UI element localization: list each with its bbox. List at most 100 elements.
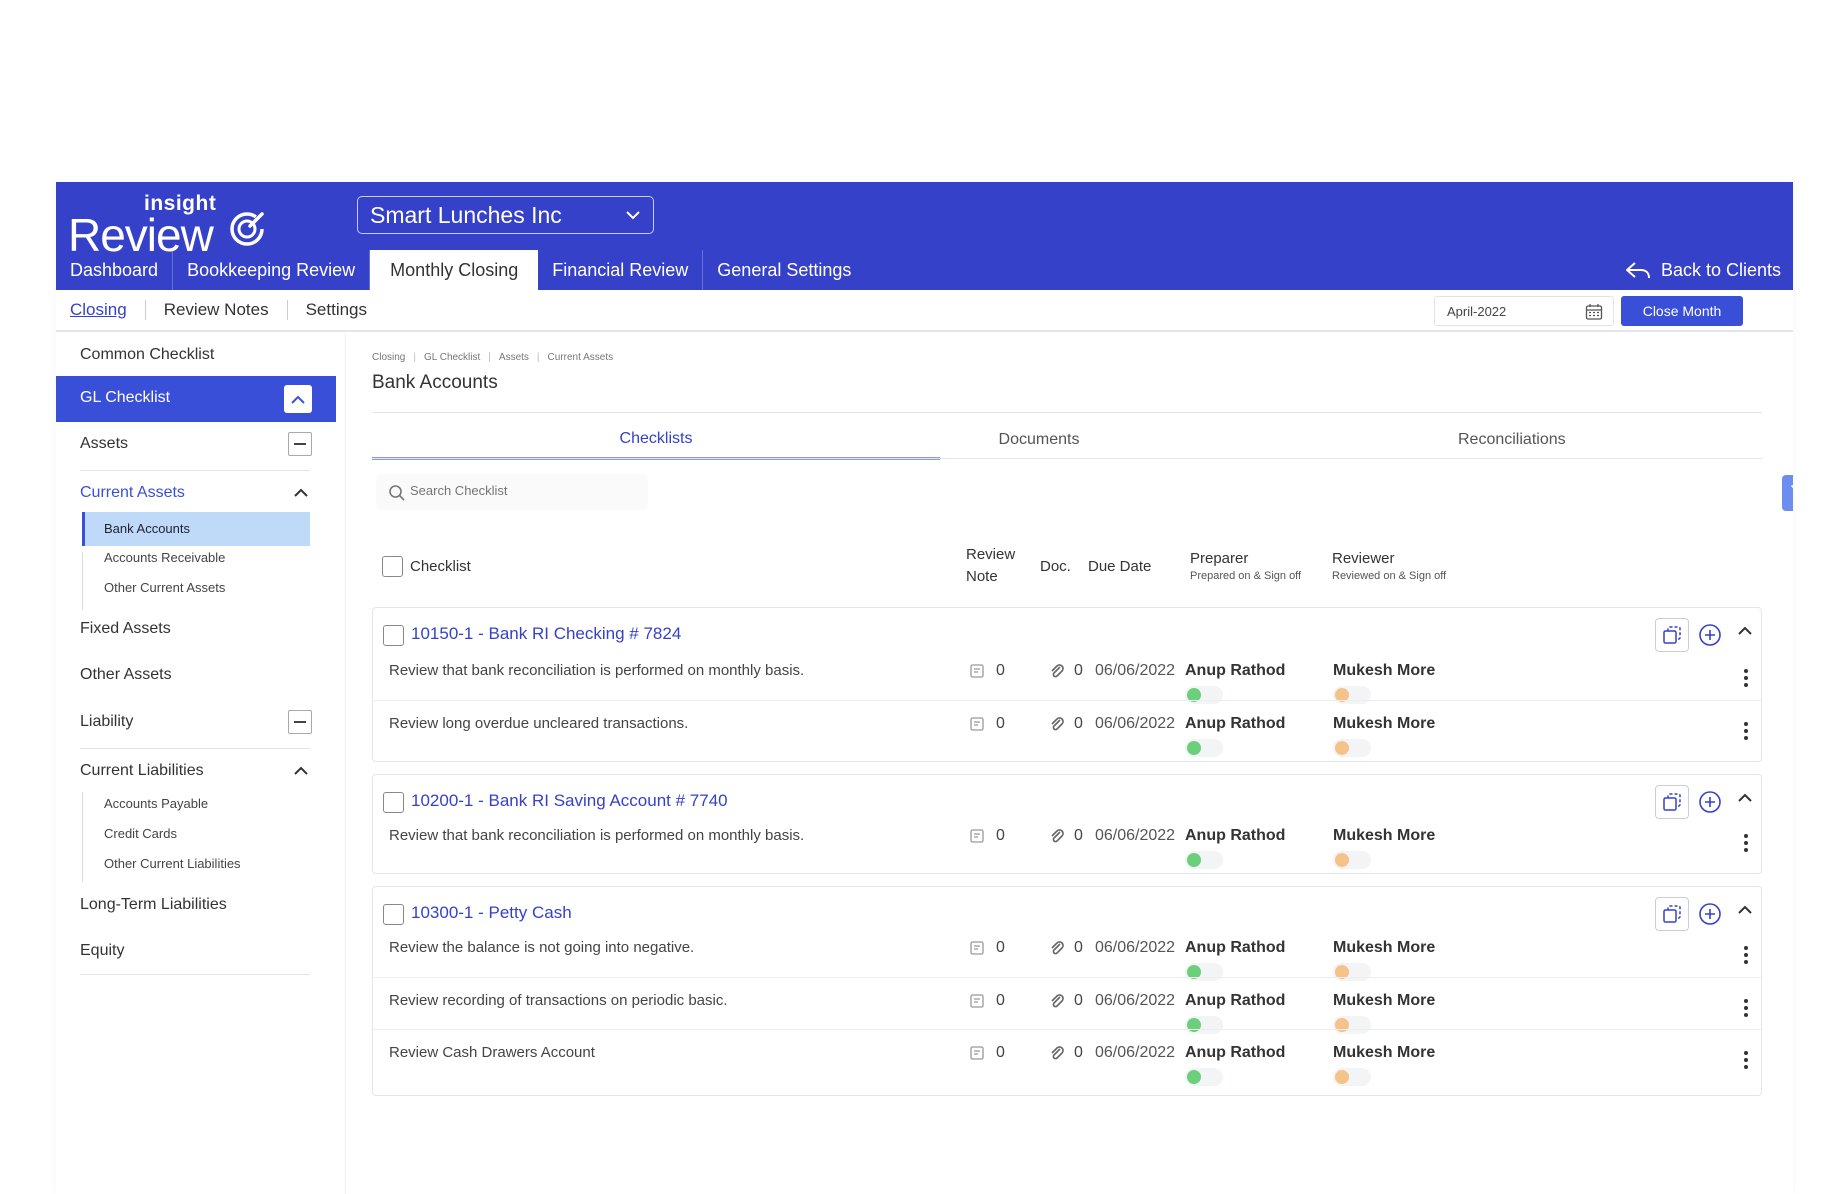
group-checkbox[interactable]	[383, 792, 404, 813]
row-description: Review the balance is not going into neg…	[389, 939, 695, 956]
group-title-link[interactable]: 10300-1 - Petty Cash	[411, 903, 572, 923]
month-picker-value: April-2022	[1447, 304, 1507, 319]
sidebar-item-fixed-assets[interactable]: Fixed Assets	[56, 610, 336, 648]
preparer-name: Anup Rathod	[1185, 939, 1286, 956]
review-note-icon[interactable]	[969, 940, 985, 956]
breadcrumb-item[interactable]: GL Checklist	[424, 352, 480, 363]
tab-documents[interactable]: Documents	[940, 420, 1138, 460]
divider	[80, 974, 310, 975]
reviewer-signoff-toggle[interactable]	[1333, 1068, 1371, 1086]
chevron-up-icon[interactable]	[1737, 626, 1753, 636]
more-options-icon[interactable]	[1741, 666, 1751, 694]
attachment-icon[interactable]	[1049, 940, 1065, 956]
tab-reconciliations[interactable]: Reconciliations	[1372, 420, 1772, 460]
divider	[372, 412, 1762, 413]
nav-bookkeeping-review[interactable]: Bookkeeping Review	[173, 250, 371, 290]
review-note-icon[interactable]	[969, 663, 985, 679]
chevron-up-icon[interactable]	[1737, 905, 1753, 915]
subnav-closing[interactable]: Closing	[70, 300, 146, 320]
checklist-group: 10300-1 - Petty Cash Review the balance …	[372, 886, 1762, 1096]
doc-count: 0	[1074, 992, 1083, 1009]
month-picker[interactable]: April-2022	[1434, 296, 1614, 326]
preparer-signoff-toggle[interactable]	[1185, 851, 1223, 869]
due-date: 06/06/2022	[1095, 939, 1176, 956]
subnav-review-notes[interactable]: Review Notes	[146, 300, 288, 320]
sidebar-item-other-current-assets[interactable]: Other Current Assets	[56, 580, 336, 604]
more-options-icon[interactable]	[1741, 1048, 1751, 1076]
breadcrumb-item[interactable]: Current Assets	[548, 352, 614, 363]
sidebar-item-current-liabilities[interactable]: Current Liabilities	[56, 750, 336, 790]
doc-count: 0	[1074, 827, 1083, 844]
sidebar-item-label: Liability	[80, 713, 134, 730]
copy-button[interactable]	[1655, 618, 1689, 652]
sidebar-item-gl-checklist[interactable]: GL Checklist	[56, 376, 336, 422]
add-button[interactable]	[1693, 618, 1727, 652]
review-note-icon[interactable]	[969, 993, 985, 1009]
sidebar-item-other-current-liabilities[interactable]: Other Current Liabilities	[56, 856, 336, 880]
review-note-icon[interactable]	[969, 828, 985, 844]
reviewer-signoff-toggle[interactable]	[1333, 739, 1371, 757]
attachment-icon[interactable]	[1049, 1045, 1065, 1061]
table-row: Review Cash Drawers Account 0 0 06/06/20…	[373, 1029, 1761, 1091]
nav-dashboard[interactable]: Dashboard	[56, 250, 174, 290]
more-options-icon[interactable]	[1741, 719, 1751, 747]
collapse-minus-icon[interactable]	[288, 710, 312, 734]
preparer-signoff-toggle[interactable]	[1185, 1068, 1223, 1086]
review-note-icon[interactable]	[969, 1045, 985, 1061]
sidebar-item-other-assets[interactable]: Other Assets	[56, 656, 336, 694]
preparer-signoff-toggle[interactable]	[1185, 739, 1223, 757]
collapse-minus-icon[interactable]	[288, 432, 312, 456]
more-options-icon[interactable]	[1741, 943, 1751, 971]
sidebar-item-common-checklist[interactable]: Common Checklist	[56, 346, 336, 370]
close-month-button[interactable]: Close Month	[1621, 296, 1743, 326]
sidebar-item-accounts-payable[interactable]: Accounts Payable	[56, 796, 336, 820]
divider	[80, 748, 310, 749]
breadcrumb-item[interactable]: Closing	[372, 352, 405, 363]
subnav-settings[interactable]: Settings	[288, 300, 385, 320]
sidebar-item-credit-cards[interactable]: Credit Cards	[56, 826, 336, 850]
chevron-up-icon[interactable]	[1737, 793, 1753, 803]
sidebar-item-long-term-liabilities[interactable]: Long-Term Liabilities	[56, 886, 336, 924]
attachment-icon[interactable]	[1049, 993, 1065, 1009]
logo-mark-icon	[230, 212, 264, 246]
preparer-name: Anup Rathod	[1185, 715, 1286, 732]
sidebar-item-bank-accounts[interactable]: Bank Accounts	[82, 512, 310, 546]
filter-button[interactable]	[1782, 475, 1793, 511]
tab-checklists[interactable]: Checklists	[372, 420, 940, 460]
more-options-icon[interactable]	[1741, 996, 1751, 1024]
copy-icon	[1663, 793, 1681, 811]
review-note-icon[interactable]	[969, 716, 985, 732]
row-description: Review Cash Drawers Account	[389, 1044, 595, 1061]
reviewer-signoff-toggle[interactable]	[1333, 851, 1371, 869]
search-input[interactable]	[410, 483, 630, 498]
table-header: Checklist Review Note Doc. Due Date Prep…	[372, 532, 1762, 596]
sidebar-item-assets[interactable]: Assets	[56, 424, 336, 470]
select-all-checkbox[interactable]	[382, 556, 403, 577]
reviewer-name: Mukesh More	[1333, 992, 1436, 1009]
sidebar-item-label: Other Assets	[80, 666, 172, 683]
group-title-link[interactable]: 10200-1 - Bank RI Saving Account # 7740	[411, 791, 728, 811]
nav-monthly-closing[interactable]: Monthly Closing	[370, 250, 539, 290]
company-selector[interactable]: Smart Lunches Inc	[357, 196, 654, 234]
copy-icon	[1663, 626, 1681, 644]
sidebar-item-accounts-receivable[interactable]: Accounts Receivable	[56, 550, 336, 574]
attachment-icon[interactable]	[1049, 716, 1065, 732]
group-checkbox[interactable]	[383, 904, 404, 925]
sidebar-item-liability[interactable]: Liability	[56, 702, 336, 748]
chevron-up-icon	[291, 395, 305, 404]
due-date: 06/06/2022	[1095, 715, 1176, 732]
group-checkbox[interactable]	[383, 625, 404, 646]
review-note-count: 0	[996, 992, 1005, 1009]
nav-financial-review[interactable]: Financial Review	[538, 250, 704, 290]
sidebar-item-equity[interactable]: Equity	[56, 932, 336, 972]
more-options-icon[interactable]	[1741, 831, 1751, 859]
back-to-clients-link[interactable]: Back to Clients	[1625, 250, 1781, 290]
attachment-icon[interactable]	[1049, 828, 1065, 844]
collapse-toggle-button[interactable]	[284, 385, 312, 413]
nav-general-settings[interactable]: General Settings	[703, 250, 865, 290]
attachment-icon[interactable]	[1049, 663, 1065, 679]
sub-nav: Closing Review Notes Settings April-2022…	[56, 290, 1793, 332]
breadcrumb-item[interactable]: Assets	[499, 352, 529, 363]
sidebar-item-current-assets[interactable]: Current Assets	[56, 472, 336, 512]
group-title-link[interactable]: 10150-1 - Bank RI Checking # 7824	[411, 624, 681, 644]
